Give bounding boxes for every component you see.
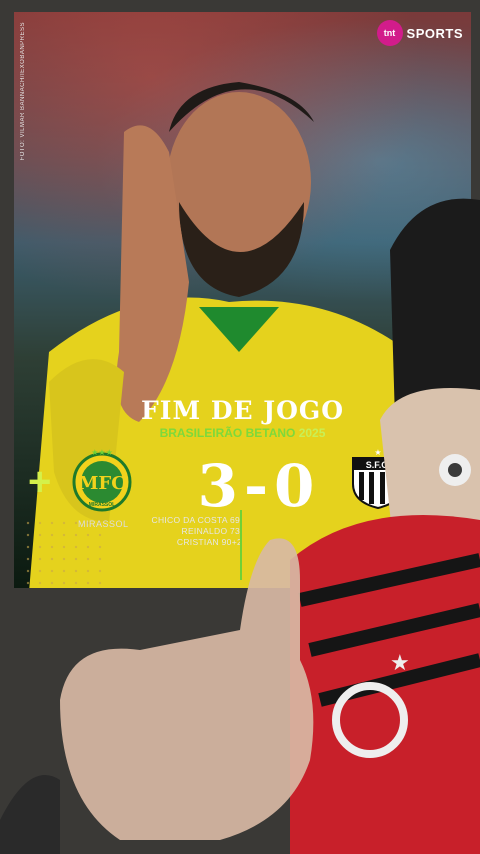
tnt-logo-icon: tnt [376,20,403,46]
svg-text:★: ★ [390,650,410,675]
network-label: SPORTS [406,25,463,41]
mirassol-badge: MFC MIRASSOL ★★★ [72,448,132,512]
scorer-item: CRISTIAN 90+2 [176,537,242,547]
plus-icon: + [28,460,52,504]
match-status-title: FIM DE JOGO [141,396,344,425]
green-divider [240,510,242,580]
svg-text:MFC: MFC [78,473,125,494]
competition-year: 2025 [298,426,326,440]
video-frame: FOTO: VILMAR BANNACH/IEXOBANPRESS tnt SP… [0,0,480,854]
home-team-name: MIRASSOL [78,519,129,529]
competition-name: BRASILEIRÃO BETANO [159,426,296,440]
scorers-list: CHICO DA COSTA 69' REINALDO 73' CRISTIAN… [124,515,242,548]
scorer-item: CHICO DA COSTA 69' [151,515,242,525]
scorer-item: REINALDO 73' [181,526,242,536]
competition-title: BRASILEIRÃO BETANO 2025 [14,426,471,440]
santos-badge: S.F.C. ★ [352,448,404,510]
svg-text:★★★: ★★★ [91,448,113,457]
tnt-sports-logo: tnt SPORTS [376,20,463,46]
match-result-card: FOTO: VILMAR BANNACH/IEXOBANPRESS tnt SP… [14,12,471,588]
svg-text:S.F.C.: S.F.C. [366,460,391,470]
final-score: 3-0 [197,452,321,520]
svg-text:★: ★ [374,448,381,457]
photo-credit: FOTO: VILMAR BANNACH/IEXOBANPRESS [20,22,26,161]
svg-text:MIRASSOL: MIRASSOL [89,502,115,508]
